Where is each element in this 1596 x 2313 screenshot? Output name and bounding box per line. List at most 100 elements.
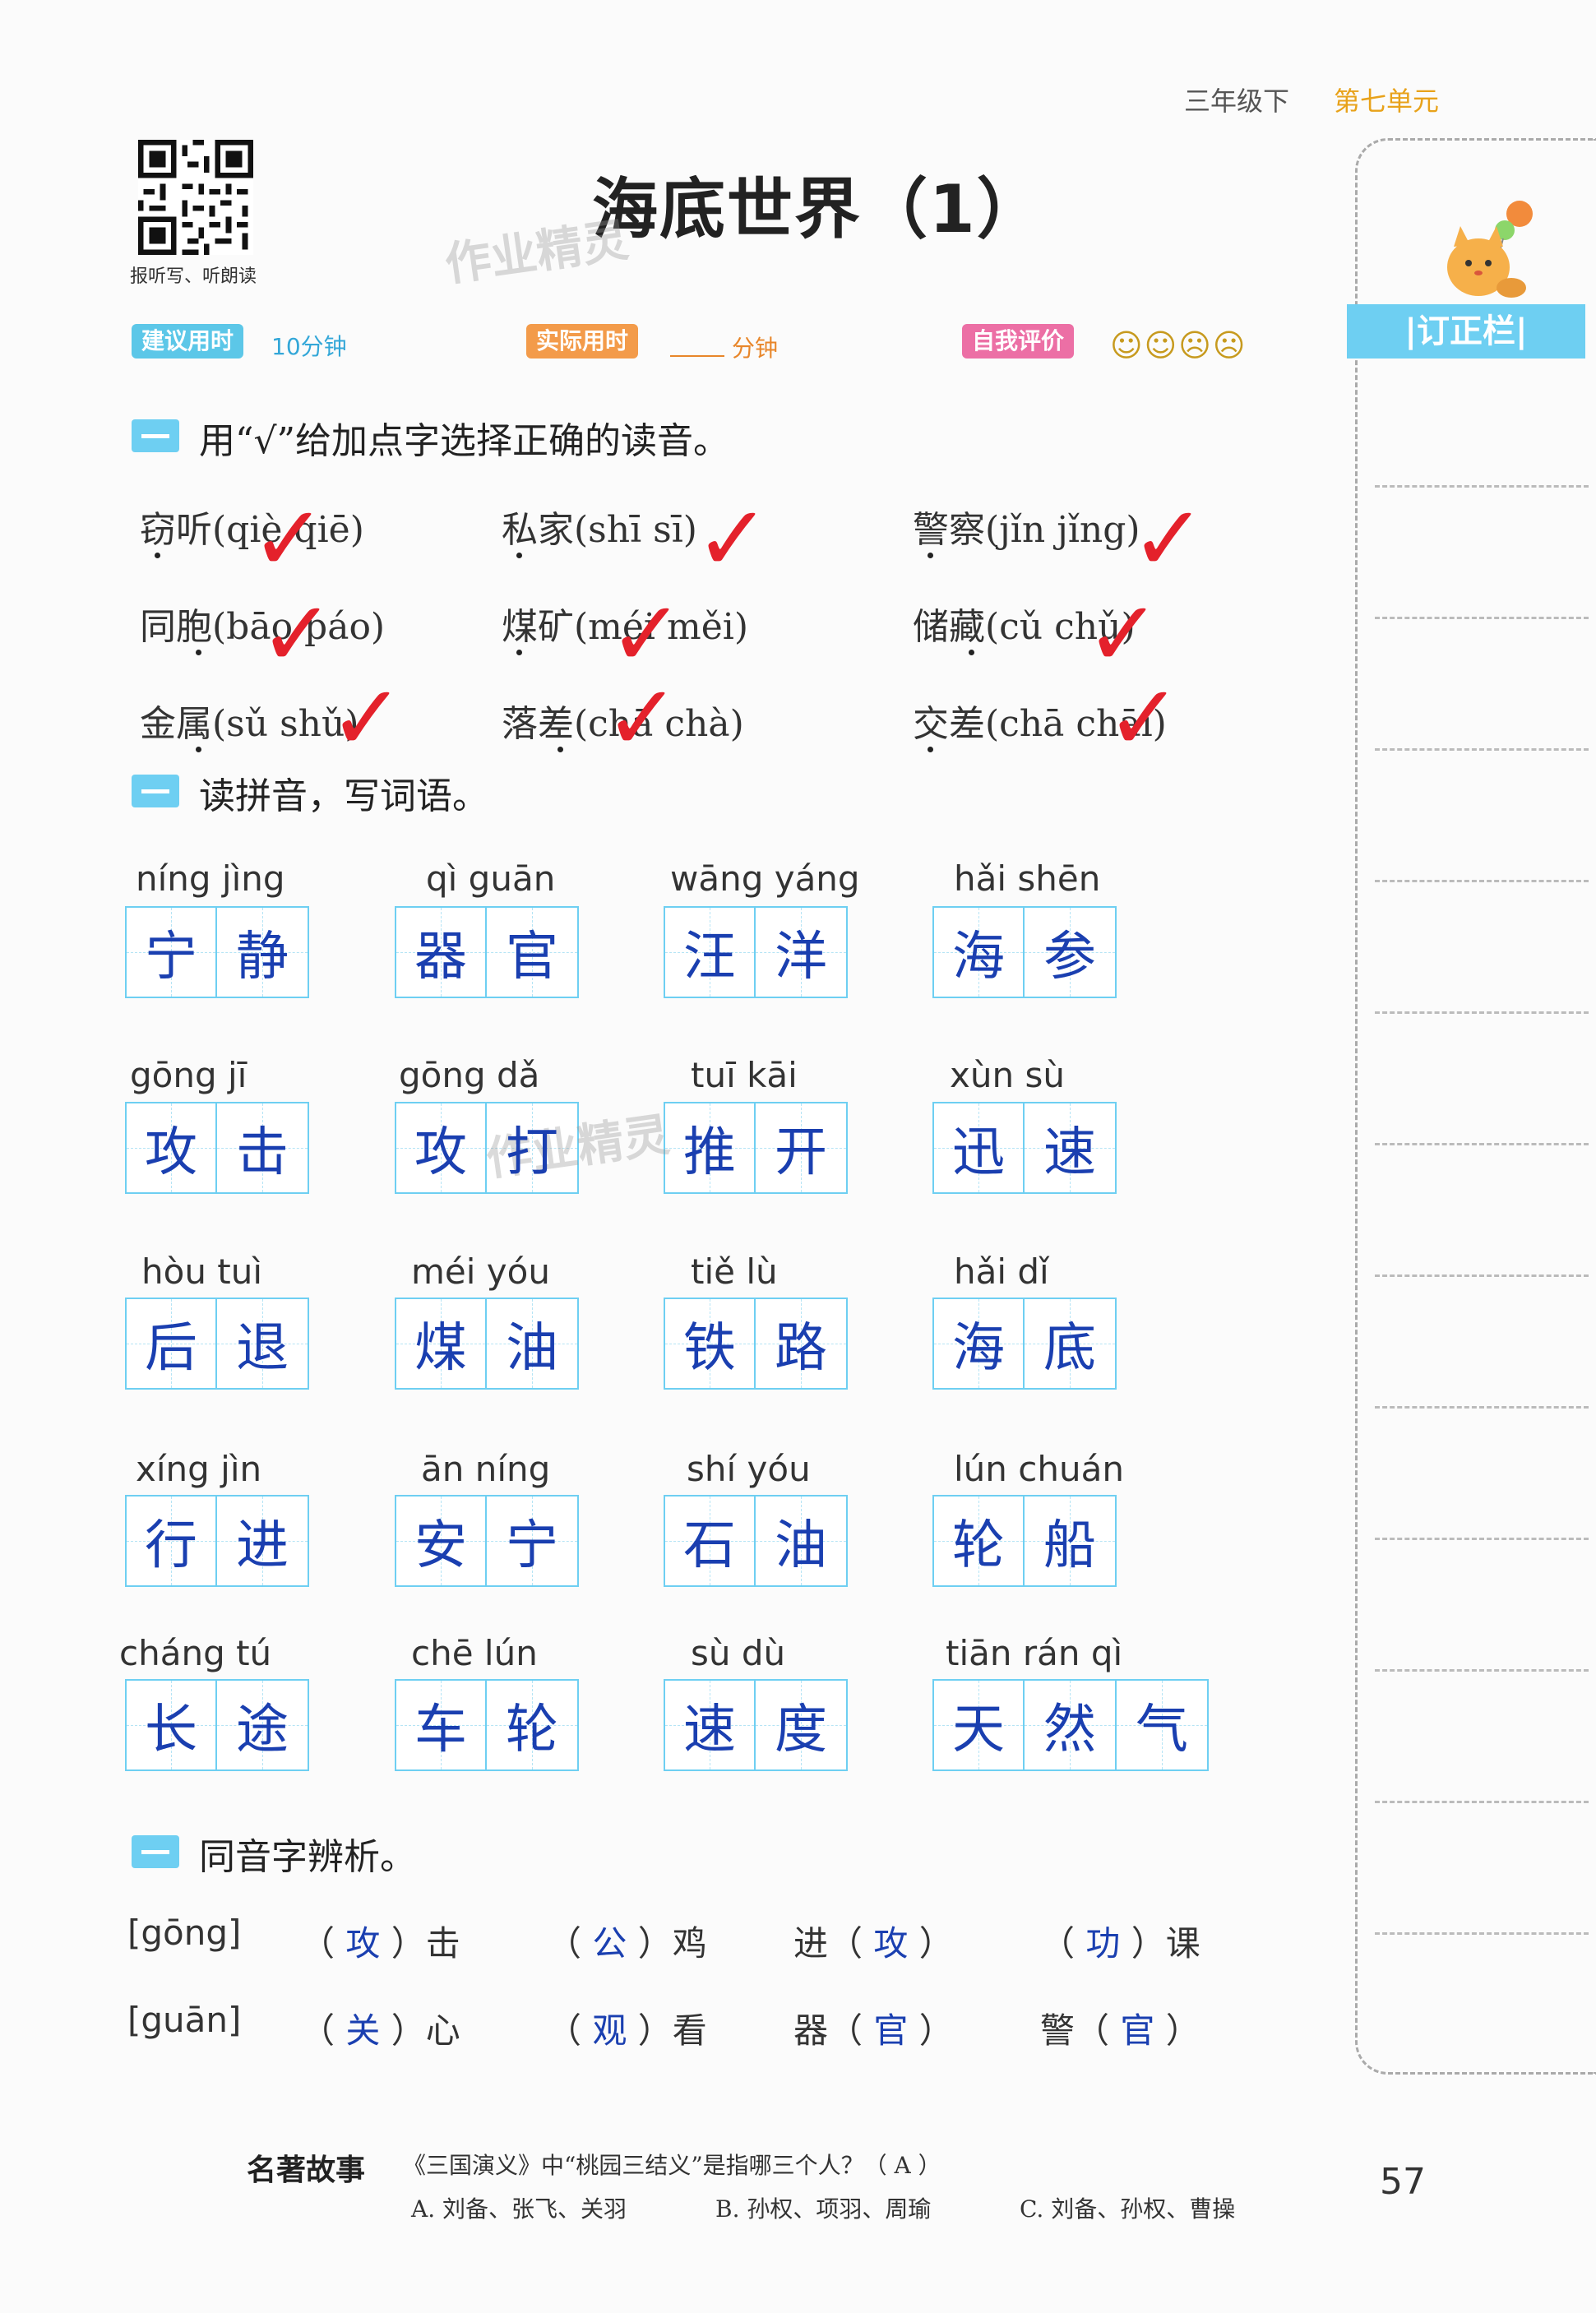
char-box-group[interactable]: 车 轮 — [395, 1679, 579, 1771]
correction-line[interactable] — [1375, 748, 1589, 751]
check-mark-icon: ✓ — [604, 665, 681, 770]
char-cell: 路 — [756, 1298, 848, 1390]
emphasis-dot — [516, 650, 522, 655]
pinyin-label: gōng jī — [130, 1055, 247, 1095]
char-box-group[interactable]: 石 油 — [664, 1495, 848, 1587]
correction-line[interactable] — [1375, 1538, 1589, 1540]
grade-label: 三年级下 — [1184, 86, 1290, 117]
char-box-group[interactable]: 速 度 — [664, 1679, 848, 1771]
char-box-group[interactable]: 安 宁 — [395, 1495, 579, 1587]
emphasis-dot — [196, 650, 201, 655]
char-box-group[interactable]: 汪 洋 — [664, 906, 848, 998]
char-box-group[interactable]: 器 官 — [395, 906, 579, 998]
char-cell: 油 — [756, 1495, 848, 1587]
pinyin-label: tuī kāi — [691, 1055, 798, 1095]
qr-code-icon[interactable] — [138, 140, 253, 255]
char-box-group[interactable]: 后 退 — [125, 1298, 309, 1390]
char-box-group[interactable]: 长 途 — [125, 1679, 309, 1771]
correction-line[interactable] — [1375, 617, 1589, 619]
char-cell: 开 — [756, 1102, 848, 1194]
char-cell: 途 — [217, 1679, 309, 1771]
char-cell: 轮 — [487, 1679, 579, 1771]
suggest-time-label: 建议用时 — [132, 324, 244, 359]
pronunciation-item: 警察(jǐn jǐng) — [913, 509, 1140, 551]
pinyin-label: cháng tú — [119, 1633, 272, 1673]
char-box-group[interactable]: 推 开 — [664, 1102, 848, 1194]
self-eval-label: 自我评价 — [962, 324, 1075, 359]
char-cell: 器 — [395, 906, 487, 998]
correction-line[interactable] — [1375, 1011, 1589, 1014]
homophone-item[interactable]: 进（ 攻 ） — [793, 1916, 954, 1966]
watermark: 作业精灵 — [442, 213, 632, 293]
pinyin-label: wāng yáng — [670, 858, 860, 899]
pinyin-label: qì guān — [426, 858, 556, 899]
char-cell: 海 — [932, 1298, 1025, 1390]
char-box-group[interactable]: 行 进 — [125, 1495, 309, 1587]
emphasis-dot — [928, 747, 933, 752]
check-mark-icon: ✓ — [695, 486, 771, 591]
homophone-item[interactable]: （ 公 ）鸡 — [547, 1916, 707, 1966]
char-cell: 参 — [1025, 906, 1117, 998]
char-box-group[interactable]: 轮 船 — [932, 1495, 1117, 1587]
char-cell: 车 — [395, 1679, 487, 1771]
char-box-group[interactable]: 煤 油 — [395, 1298, 579, 1390]
homophone-item[interactable]: （ 攻 ）击 — [300, 1916, 460, 1966]
pinyin-label: xíng jìn — [136, 1449, 262, 1489]
correction-banner: |订正栏| — [1347, 304, 1585, 359]
homophone-item[interactable]: 器（ 官 ） — [793, 2003, 954, 2053]
emphasis-dot — [969, 650, 974, 655]
check-mark-icon: ✓ — [329, 665, 405, 770]
correction-panel[interactable] — [1355, 138, 1596, 2075]
char-cell: 进 — [217, 1495, 309, 1587]
homophone-item[interactable]: （ 观 ）看 — [547, 2003, 707, 2053]
char-cell: 宁 — [125, 906, 217, 998]
char-box-group[interactable]: 迅 速 — [932, 1102, 1117, 1194]
pinyin-label: níng jìng — [136, 858, 285, 899]
suggest-time-value: 10分钟 — [271, 333, 347, 360]
homophone-item[interactable]: （ 关 ）心 — [300, 2003, 460, 2053]
char-cell: 汪 — [664, 906, 756, 998]
char-box-group[interactable]: 铁 路 — [664, 1298, 848, 1390]
pinyin-label: gōng dǎ — [399, 1055, 540, 1095]
emphasis-dot — [196, 747, 201, 752]
footer-label: 名著故事 — [247, 2153, 366, 2187]
pinyin-label: hǎi shēn — [954, 858, 1101, 899]
char-cell: 迅 — [932, 1102, 1025, 1194]
char-cell: 石 — [664, 1495, 756, 1587]
pinyin-label: chē lún — [411, 1633, 538, 1673]
char-cell: 船 — [1025, 1495, 1117, 1587]
char-box-group[interactable]: 宁 静 — [125, 906, 309, 998]
emphasis-dot — [557, 747, 563, 752]
char-box-group[interactable]: 天 然 气 — [932, 1679, 1209, 1771]
char-cell: 洋 — [756, 906, 848, 998]
char-cell: 攻 — [395, 1102, 487, 1194]
char-cell: 后 — [125, 1298, 217, 1390]
correction-line[interactable] — [1375, 1801, 1589, 1803]
correction-line[interactable] — [1375, 1406, 1589, 1409]
correction-line[interactable] — [1375, 880, 1589, 882]
check-mark-icon: ✓ — [251, 486, 327, 591]
homophone-item[interactable]: （ 功 ）课 — [1040, 1916, 1200, 1966]
actual-time-blank[interactable] — [670, 355, 724, 357]
correction-line[interactable] — [1375, 1932, 1589, 1935]
section2-instruction: 读拼音，写词语。 — [199, 775, 488, 817]
char-cell: 退 — [217, 1298, 309, 1390]
correction-line[interactable] — [1375, 1274, 1589, 1277]
footer-option: B. 孙权、项羽、周瑜 — [715, 2195, 932, 2223]
correction-line[interactable] — [1375, 1669, 1589, 1672]
actual-time-label: 实际用时 — [526, 324, 639, 359]
pinyin-label: xùn sù — [950, 1055, 1065, 1095]
self-eval-faces-icon[interactable]: ☺☺☹☹ — [1110, 327, 1247, 363]
char-box-group[interactable]: 海 底 — [932, 1298, 1117, 1390]
correction-line[interactable] — [1375, 1143, 1589, 1145]
char-cell: 铁 — [664, 1298, 756, 1390]
char-box-group[interactable]: 海 参 — [932, 906, 1117, 998]
homophone-item[interactable]: 警（ 官 ） — [1040, 2003, 1200, 2053]
correction-line[interactable] — [1375, 485, 1589, 488]
qr-caption: 报听写、听朗读 — [130, 266, 257, 287]
homophone-label: [gōng] — [127, 1913, 242, 1953]
emphasis-dot — [928, 553, 933, 558]
pinyin-label: ān níng — [421, 1449, 551, 1489]
unit-label: 第七单元 — [1334, 86, 1440, 117]
char-box-group[interactable]: 攻 击 — [125, 1102, 309, 1194]
